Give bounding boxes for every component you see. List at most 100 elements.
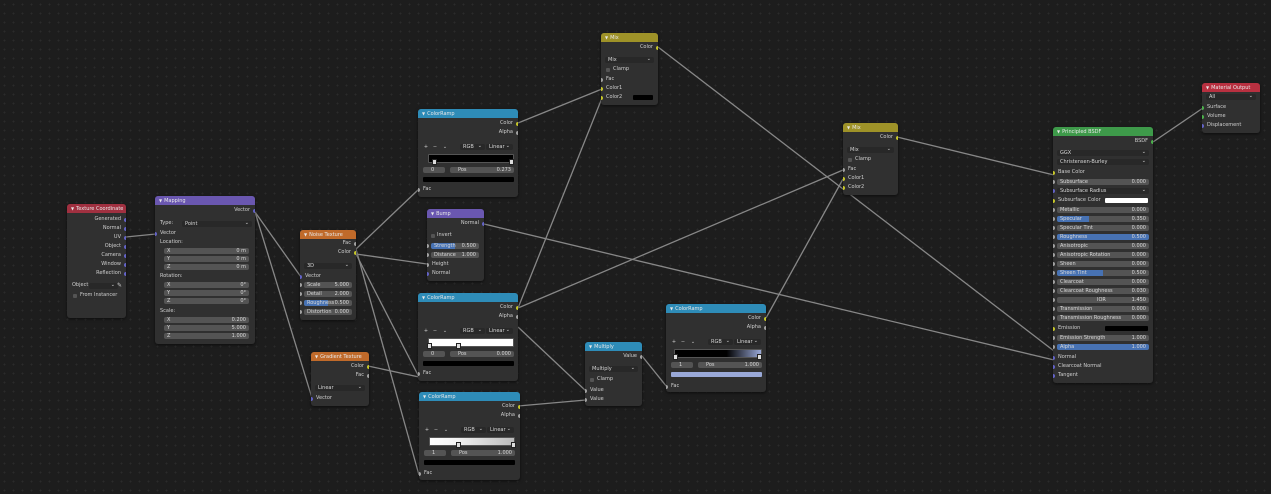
collapse-arrow-icon[interactable]: ▼ xyxy=(1057,129,1060,134)
remove-stop-icon[interactable]: − xyxy=(433,427,439,433)
scale-field[interactable]: Scale 5.000 xyxy=(300,282,352,288)
distribution-dropdown[interactable]: GGX xyxy=(1057,149,1149,156)
rotation-z-field[interactable]: Z 0° xyxy=(164,298,249,304)
color-stop-marker[interactable] xyxy=(456,442,461,448)
stop-position-field[interactable]: Pos 0.273 xyxy=(450,167,514,173)
socket-icon[interactable] xyxy=(1202,114,1204,119)
socket-icon[interactable] xyxy=(124,226,126,231)
gradient-texture-node[interactable]: ▼Gradient Texture Color Fac Linear Vecto… xyxy=(311,352,369,406)
socket-icon[interactable] xyxy=(155,231,157,236)
node-header[interactable]: ▼ ColorRamp xyxy=(419,392,520,401)
stop-position-field[interactable]: Pos 1.000 xyxy=(698,362,762,368)
socket-icon[interactable] xyxy=(601,86,603,91)
chevron-down-icon[interactable]: ⌄ xyxy=(442,144,448,150)
strength-field[interactable]: Strength 0.500 xyxy=(427,243,479,249)
socket-icon[interactable] xyxy=(1053,326,1055,331)
color-mode-dropdown[interactable]: RGB xyxy=(461,426,486,433)
socket-icon[interactable] xyxy=(300,274,302,279)
object-field[interactable] xyxy=(89,282,118,289)
socket-icon[interactable] xyxy=(311,396,313,401)
distortion-field[interactable]: Distortion 0.000 xyxy=(300,309,352,315)
eyedropper-icon[interactable]: ✎ xyxy=(117,282,122,289)
add-stop-icon[interactable]: + xyxy=(423,328,429,334)
color-stop-marker[interactable] xyxy=(509,159,514,165)
remove-stop-icon[interactable]: − xyxy=(432,328,438,334)
transmission-roughness-field[interactable]: Transmission Roughness 0.000 xyxy=(1053,315,1149,321)
target-dropdown[interactable]: All xyxy=(1206,93,1256,100)
sheen-tint-field[interactable]: Sheen Tint 0.500 xyxy=(1053,270,1149,276)
collapse-arrow-icon[interactable]: ▼ xyxy=(431,211,434,216)
clearcoat-field[interactable]: Clearcoat 0.000 xyxy=(1053,279,1149,285)
collapse-arrow-icon[interactable]: ▼ xyxy=(71,206,74,211)
clearcoat-roughness-field[interactable]: Clearcoat Roughness 0.030 xyxy=(1053,288,1149,294)
stop-position-field[interactable]: Pos 0.000 xyxy=(450,351,514,357)
stop-color-swatch[interactable] xyxy=(423,361,514,366)
color-ramp-bar[interactable] xyxy=(429,437,515,446)
stop-index-field[interactable]: 0 xyxy=(423,351,445,357)
socket-icon[interactable] xyxy=(1053,280,1055,284)
node-header[interactable]: ▼ Mix xyxy=(843,123,898,132)
node-header[interactable]: ▼ Gradient Texture xyxy=(311,352,369,361)
socket-icon[interactable] xyxy=(516,121,518,126)
collapse-arrow-icon[interactable]: ▼ xyxy=(159,198,162,203)
socket-icon[interactable] xyxy=(843,185,845,190)
socket-icon[interactable] xyxy=(1053,180,1055,184)
remove-stop-icon[interactable]: − xyxy=(680,339,686,345)
collapse-arrow-icon[interactable]: ▼ xyxy=(589,344,592,349)
socket-icon[interactable] xyxy=(418,187,420,192)
socket-icon[interactable] xyxy=(516,314,518,319)
socket-icon[interactable] xyxy=(354,241,356,246)
add-stop-icon[interactable]: + xyxy=(671,339,677,345)
stop-color-swatch[interactable] xyxy=(424,460,515,465)
color-ramp-node-4[interactable]: ▼ColorRamp Color Alpha + − ⌄ RGB Linear … xyxy=(666,304,766,392)
color-mode-dropdown[interactable]: RGB xyxy=(708,338,733,345)
scale-z-field[interactable]: Z 1.000 xyxy=(164,333,249,339)
subsurface-color-swatch[interactable] xyxy=(1105,198,1148,203)
color-mode-dropdown[interactable]: RGB xyxy=(460,143,485,150)
socket-icon[interactable] xyxy=(1053,289,1055,293)
detail-field[interactable]: Detail 2.000 xyxy=(300,291,352,297)
socket-icon[interactable] xyxy=(1053,316,1055,320)
collapse-arrow-icon[interactable]: ▼ xyxy=(1206,85,1209,90)
socket-icon[interactable] xyxy=(418,371,420,376)
socket-icon[interactable] xyxy=(764,316,766,321)
principled-bsdf-node[interactable]: ▼Principled BSDF BSDF GGX Christensen-Bu… xyxy=(1053,127,1153,383)
color-ramp-bar[interactable] xyxy=(428,154,514,163)
subsurface-method-dropdown[interactable]: Christensen-Burley xyxy=(1057,158,1149,165)
collapse-arrow-icon[interactable]: ▼ xyxy=(422,111,425,116)
socket-icon[interactable] xyxy=(1053,298,1055,302)
roughness-field[interactable]: Roughness 0.500 xyxy=(1053,234,1149,240)
scale-x-field[interactable]: X 0.200 xyxy=(164,317,249,323)
alpha-field[interactable]: Alpha 1.000 xyxy=(1053,344,1149,350)
ior-field[interactable]: IOR 1.450 xyxy=(1053,297,1149,303)
texture-coordinate-node[interactable]: ▼ Texture Coordinate Generated Normal UV … xyxy=(67,204,126,318)
socket-icon[interactable] xyxy=(124,244,126,249)
distance-field[interactable]: Distance 1.000 xyxy=(427,252,479,258)
socket-icon[interactable] xyxy=(1053,253,1055,257)
blend-mode-dropdown[interactable]: Mix xyxy=(605,56,654,63)
node-header[interactable]: ▼ Mapping xyxy=(155,196,255,205)
socket-icon[interactable] xyxy=(1151,139,1153,144)
socket-icon[interactable] xyxy=(896,135,898,140)
interpolation-dropdown[interactable]: Linear xyxy=(734,338,761,345)
specular-field[interactable]: Specular 0.350 xyxy=(1053,216,1149,222)
node-header[interactable]: ▼ Texture Coordinate xyxy=(67,204,126,213)
collapse-arrow-icon[interactable]: ▼ xyxy=(670,306,673,311)
socket-icon[interactable] xyxy=(1053,373,1055,378)
socket-icon[interactable] xyxy=(367,364,369,369)
socket-icon[interactable] xyxy=(124,253,126,258)
node-header[interactable]: ▼ Bump xyxy=(427,209,484,218)
socket-icon[interactable] xyxy=(1202,105,1204,110)
collapse-arrow-icon[interactable]: ▼ xyxy=(422,295,425,300)
socket-icon[interactable] xyxy=(1053,170,1055,175)
socket-icon[interactable] xyxy=(1053,235,1055,239)
mix-node-1[interactable]: ▼Mix Color Mix Clamp Fac Color1 Color2 xyxy=(601,33,658,105)
socket-icon[interactable] xyxy=(640,354,642,359)
mix-node-2[interactable]: ▼Mix Color Mix Clamp Fac Color1 Color2 xyxy=(843,123,898,195)
rotation-x-field[interactable]: X 0° xyxy=(164,282,249,288)
socket-icon[interactable] xyxy=(585,388,587,393)
type-dropdown[interactable]: Point xyxy=(182,220,252,227)
socket-icon[interactable] xyxy=(300,310,302,314)
socket-icon[interactable] xyxy=(518,413,520,418)
socket-icon[interactable] xyxy=(1053,364,1055,369)
